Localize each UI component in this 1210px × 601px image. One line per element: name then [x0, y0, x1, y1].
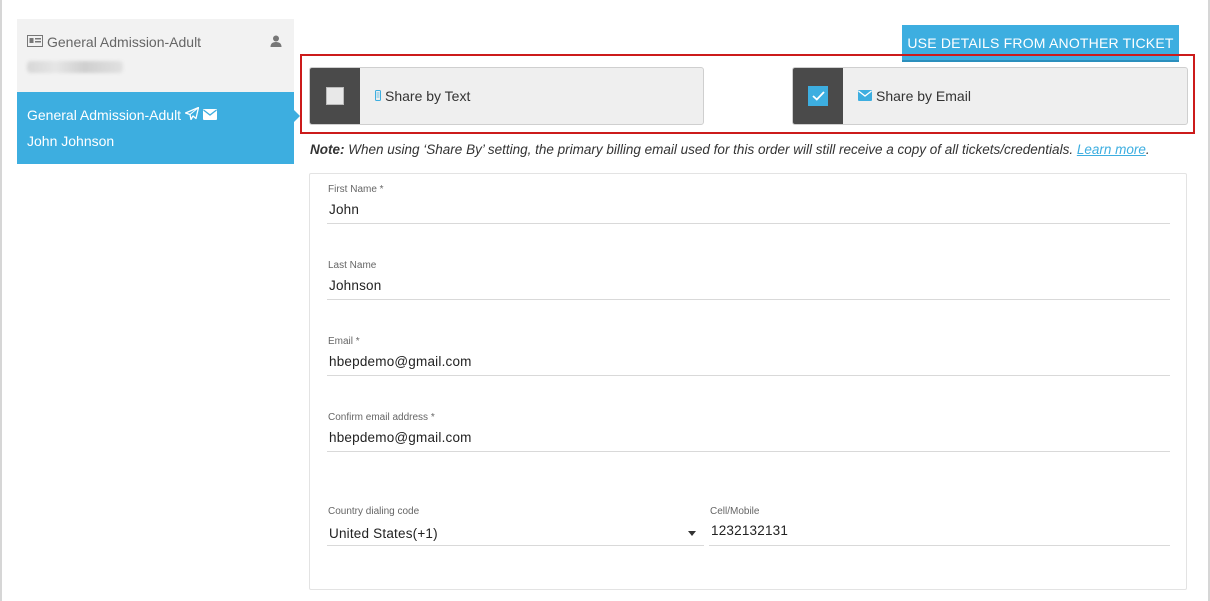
country-dialing-code-select[interactable]: Country dialing code United States(+1)	[327, 506, 704, 546]
confirm-email-input[interactable]: hbepdemo@gmail.com	[329, 430, 472, 445]
note-suffix: .	[1145, 142, 1150, 157]
email-input[interactable]: hbepdemo@gmail.com	[329, 354, 472, 369]
share-note: Note: When using ‘Share By’ setting, the…	[310, 142, 1190, 157]
attendee-form: First Name * John Last Name Johnson Emai…	[309, 173, 1187, 590]
country-dialing-code-label: Country dialing code	[328, 506, 420, 517]
last-name-field[interactable]: Last Name Johnson	[327, 260, 1170, 300]
envelope-icon	[203, 107, 218, 123]
email-field[interactable]: Email * hbepdemo@gmail.com	[327, 336, 1170, 376]
note-text: When using ‘Share By’ setting, the prima…	[344, 142, 1077, 157]
learn-more-link[interactable]: Learn more	[1077, 142, 1146, 157]
sidebar-ticket-1[interactable]: General Admission-Adult	[17, 19, 294, 92]
left-frame-border	[0, 0, 2, 601]
sidebar-ticket-2[interactable]: General Admission-Adult John Johnson	[17, 92, 300, 164]
sidebar-ticket-1-title-row: General Admission-Adult	[27, 34, 201, 50]
country-dialing-code-value[interactable]: United States(+1)	[329, 526, 438, 541]
sidebar-ticket-2-holder: John Johnson	[27, 133, 115, 149]
first-name-label: First Name *	[328, 184, 384, 195]
sidebar-ticket-1-blurred-holder	[27, 61, 123, 73]
caret-down-icon[interactable]	[688, 531, 696, 536]
email-label: Email *	[328, 336, 360, 347]
first-name-input[interactable]: John	[329, 202, 359, 217]
cell-mobile-label: Cell/Mobile	[710, 506, 760, 517]
last-name-input[interactable]: Johnson	[329, 278, 381, 293]
share-options-highlight	[300, 54, 1195, 134]
user-icon	[270, 34, 282, 52]
confirm-email-label: Confirm email address *	[328, 412, 435, 423]
sidebar-ticket-1-title: General Admission-Adult	[47, 34, 202, 50]
sidebar-ticket-2-title-row: General Admission-Adult	[27, 106, 218, 123]
note-prefix: Note:	[310, 142, 345, 157]
sidebar-ticket-2-title: General Admission-Adult	[27, 107, 182, 123]
paper-plane-icon	[184, 106, 200, 123]
last-name-label: Last Name	[328, 260, 377, 271]
confirm-email-field[interactable]: Confirm email address * hbepdemo@gmail.c…	[327, 412, 1170, 452]
id-card-icon	[27, 34, 43, 50]
first-name-field[interactable]: First Name * John	[327, 184, 1170, 224]
cell-mobile-input[interactable]: 1232132131	[711, 523, 788, 538]
cell-mobile-field[interactable]: Cell/Mobile 1232132131	[709, 506, 1170, 546]
